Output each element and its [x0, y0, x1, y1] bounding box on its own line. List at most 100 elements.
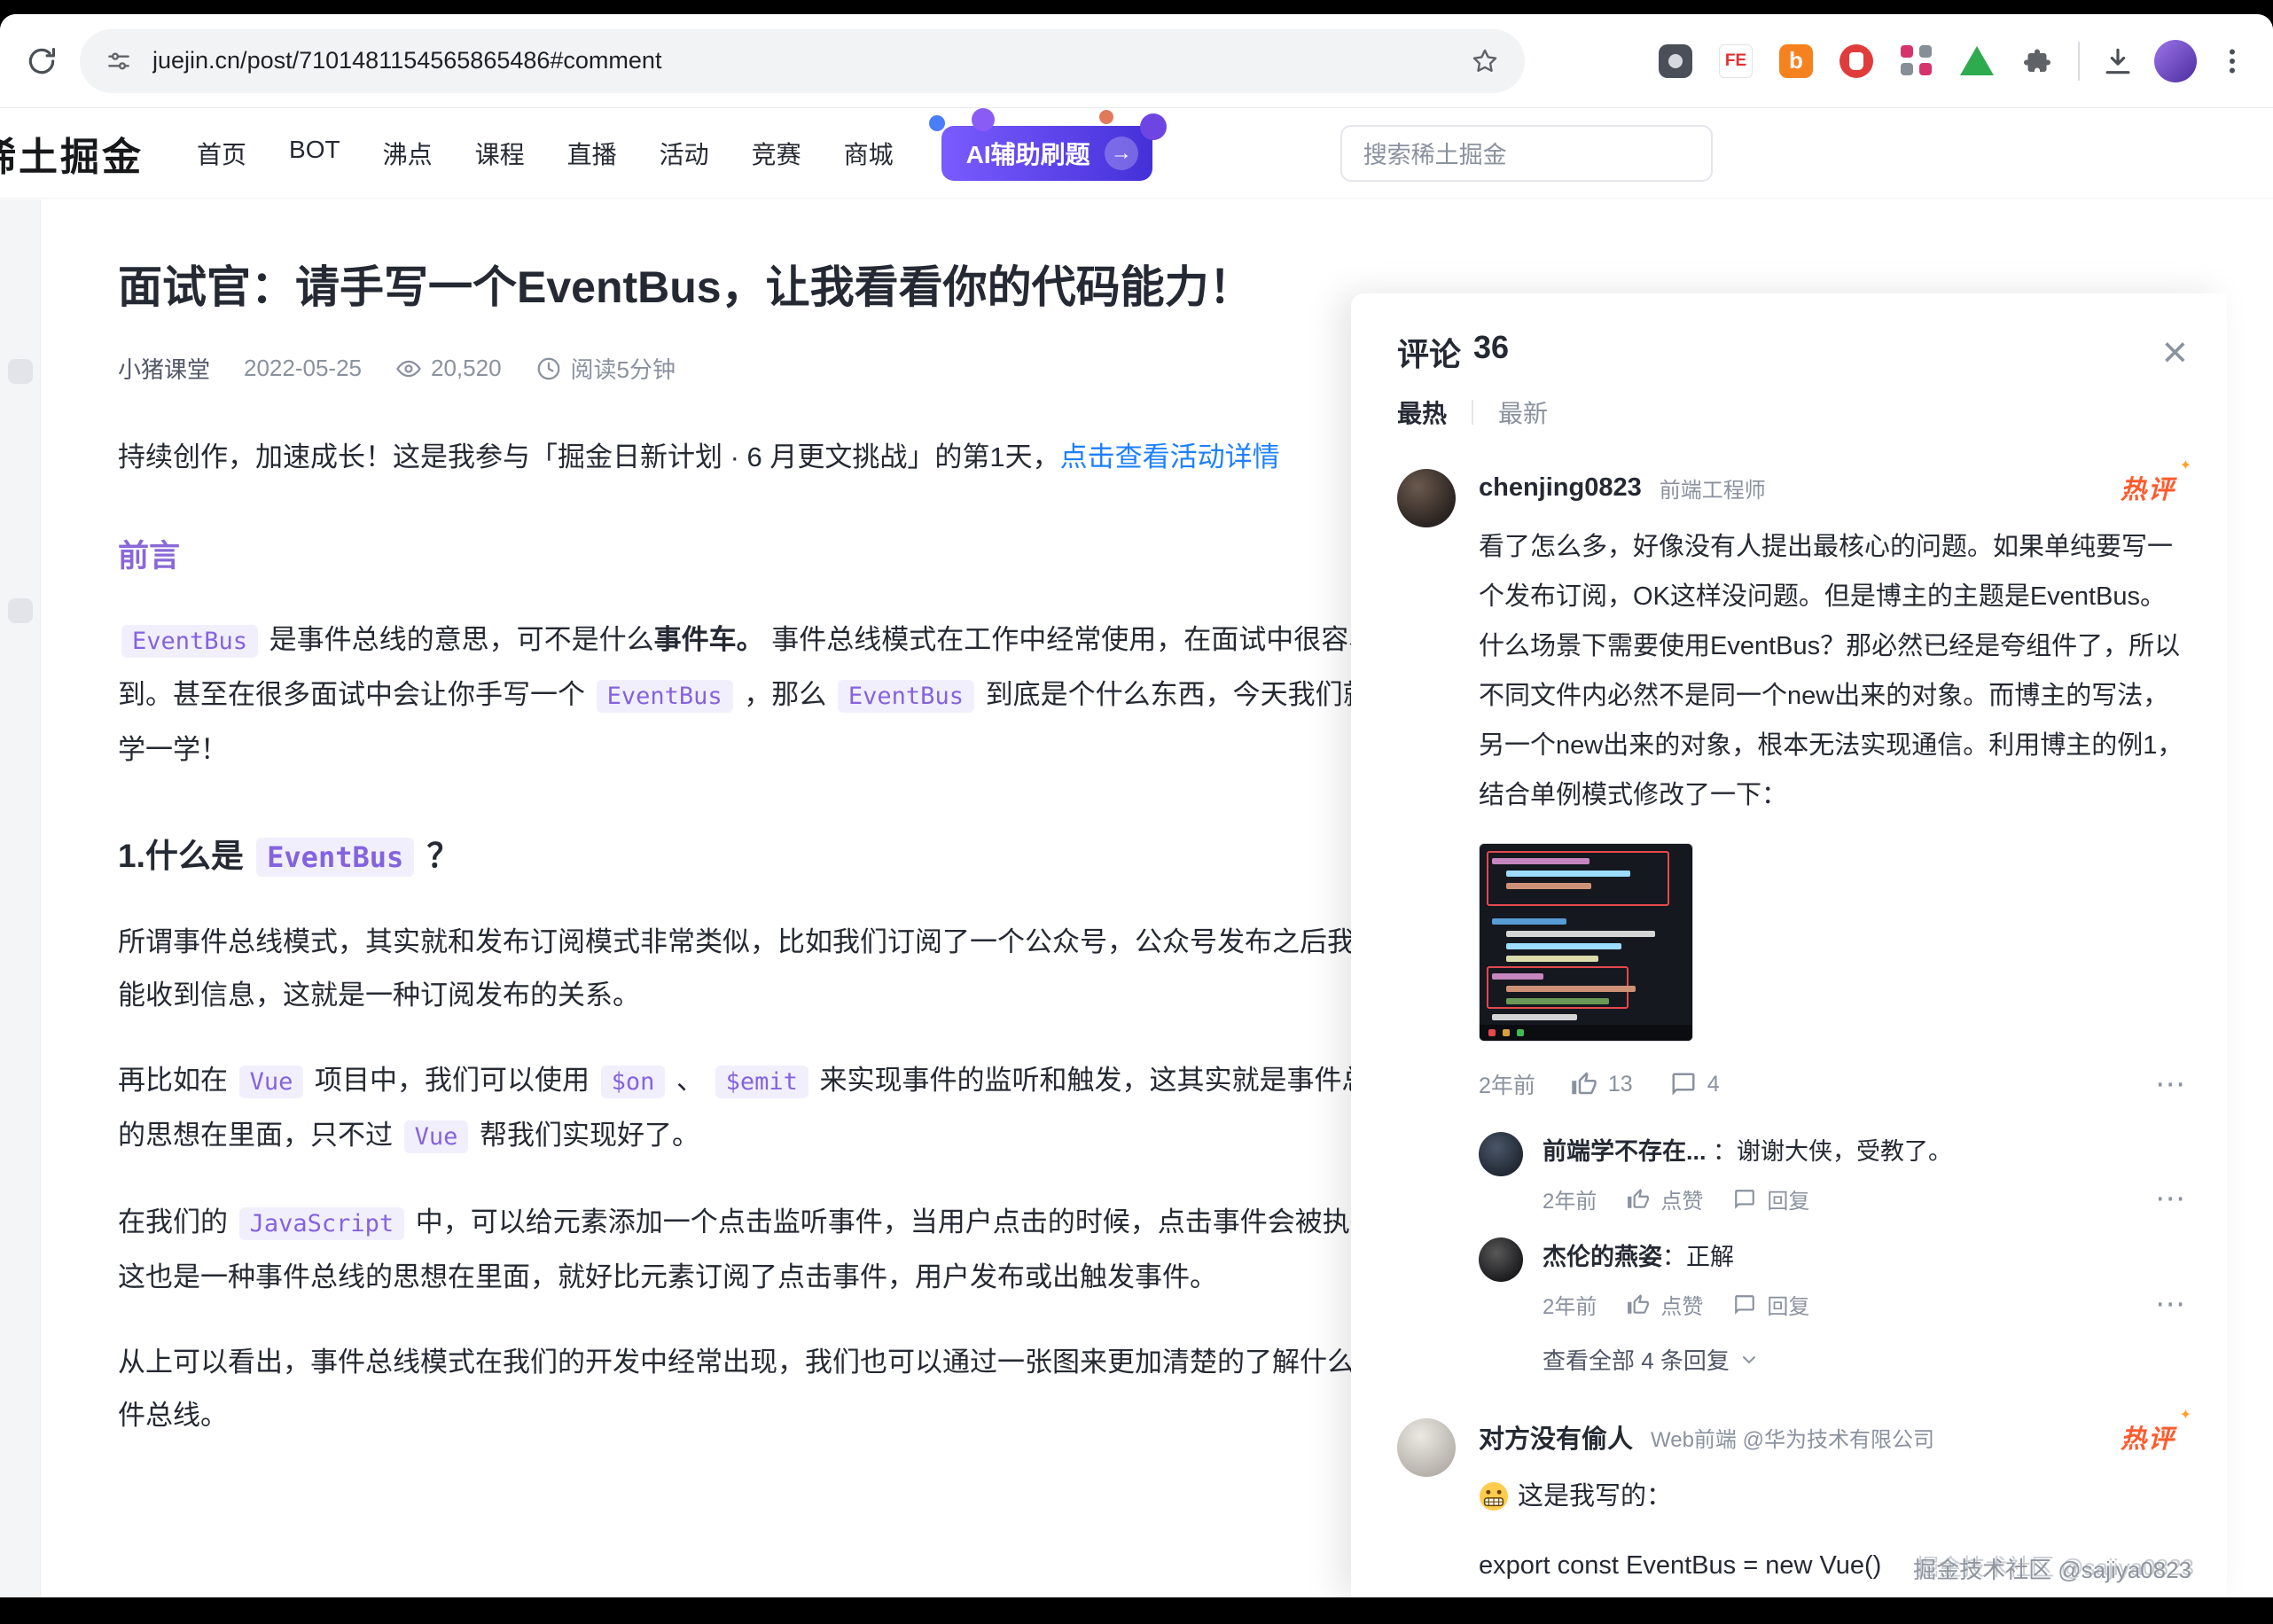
- comment-body: 看了怎么多，好像没有人提出最核心的问题。如果单纯要写一个发布订阅，OK这样没问题…: [1479, 522, 2188, 820]
- browser-menu-icon[interactable]: [2216, 45, 2248, 77]
- search-input[interactable]: 搜索稀土掘金: [1340, 125, 1713, 182]
- avatar[interactable]: [1397, 1418, 1456, 1477]
- ai-practice-label: AI辅助刷题: [966, 136, 1090, 171]
- reply-button[interactable]: 4: [1670, 1071, 1720, 1097]
- nav-item-activity[interactable]: 活动: [660, 136, 709, 171]
- intro-paragraph: 持续创作，加速成长！这是我参与「掘金日新计划 · 6 月更文挑战」的第1天，点击…: [118, 431, 1421, 484]
- read-time-icon: [535, 355, 562, 382]
- comment-username[interactable]: chenjing0823: [1479, 473, 1642, 503]
- nav-item-pins[interactable]: 沸点: [383, 136, 433, 171]
- preface-heading: 前言: [118, 530, 1421, 583]
- browser-toolbar: juejin.cn/post/7101481154565865486#comme…: [0, 14, 2273, 108]
- nav-item-live[interactable]: 直播: [567, 136, 617, 171]
- main-nav: 首页 BOT 沸点 课程 直播 活动 竞赛 商城: [197, 136, 894, 171]
- article-author[interactable]: 小猪课堂: [118, 352, 210, 385]
- extension-fe-icon[interactable]: FE: [1716, 42, 1755, 81]
- comments-title: 评论 36: [1397, 329, 1509, 375]
- address-bar[interactable]: juejin.cn/post/7101481154565865486#comme…: [80, 29, 1525, 93]
- decor-dot: [972, 108, 995, 131]
- nav-item-home[interactable]: 首页: [197, 136, 246, 171]
- inline-code: Vue: [239, 1066, 304, 1098]
- comments-title-label: 评论: [1397, 329, 1461, 375]
- decor-dot: [1099, 110, 1113, 124]
- view-all-replies[interactable]: 查看全部 4 条回复: [1543, 1343, 2188, 1376]
- extension-grid-icon[interactable]: [1897, 42, 1936, 81]
- view-count: 20,520: [431, 355, 502, 382]
- floating-action-button[interactable]: [8, 598, 33, 623]
- tab-divider: [1472, 400, 1473, 425]
- more-actions-icon[interactable]: ⋯: [2155, 1295, 2188, 1313]
- reply-text: 杰伦的燕姿：正解: [1543, 1238, 2188, 1277]
- comment-time: 2年前: [1479, 1068, 1535, 1100]
- avatar[interactable]: [1397, 469, 1456, 527]
- bookmark-star-icon[interactable]: [1470, 46, 1500, 76]
- text-run: 在我们的: [118, 1206, 236, 1238]
- chevron-down-icon: [1738, 1349, 1760, 1370]
- nav-item-shop[interactable]: 商城: [844, 136, 894, 171]
- extension-b-icon[interactable]: b: [1777, 42, 1816, 81]
- like-button[interactable]: 13: [1571, 1071, 1633, 1097]
- avatar[interactable]: [1479, 1238, 1523, 1282]
- ai-practice-button[interactable]: AI辅助刷题 →: [941, 126, 1152, 181]
- comment-code-screenshot[interactable]: [1479, 843, 1693, 1042]
- comment-list: chenjing0823 前端工程师 热评 看了怎么多，好像没有人提出最核心的问…: [1351, 455, 2227, 1597]
- inline-code: EventBus: [121, 625, 258, 658]
- more-actions-icon[interactable]: ⋯: [2155, 1190, 2188, 1207]
- text-run: 是事件总线的意思，可不是什么: [262, 624, 654, 655]
- extension-green-icon[interactable]: [1957, 42, 1996, 81]
- reply-button[interactable]: 回复: [1733, 1289, 1809, 1320]
- extension-adblock-icon[interactable]: [1837, 42, 1876, 81]
- activity-link[interactable]: 点击查看活动详情: [1060, 441, 1280, 472]
- inline-code: $emit: [715, 1066, 808, 1098]
- floating-action-button[interactable]: [8, 359, 33, 384]
- extensions-puzzle-icon[interactable]: [2018, 42, 2057, 81]
- reply-item: 杰伦的燕姿：正解 2年前 点赞: [1479, 1238, 2188, 1320]
- comment-sort-tabs: 最热 最新: [1351, 389, 2227, 455]
- extension-dark-icon[interactable]: [1656, 42, 1695, 81]
- avatar[interactable]: [1479, 1132, 1523, 1176]
- inline-code: $on: [601, 1066, 666, 1098]
- tab-newest[interactable]: 最新: [1498, 394, 1548, 430]
- inline-code: JavaScript: [239, 1207, 405, 1240]
- more-actions-icon[interactable]: ⋯: [2155, 1075, 2188, 1093]
- reply-text: 前端学不存在... ：谢谢大侠，受教了。: [1543, 1132, 2188, 1171]
- arrow-right-icon: →: [1105, 137, 1138, 170]
- profile-avatar[interactable]: [2154, 40, 2197, 82]
- hot-comment-badge: 热评: [2121, 469, 2188, 506]
- grimace-emoji-icon: [1479, 1481, 1509, 1511]
- comments-count: 36: [1473, 329, 1509, 375]
- reply-list: 前端学不存在... ：谢谢大侠，受教了。 2年前 点赞: [1479, 1132, 2188, 1320]
- like-button[interactable]: 点赞: [1627, 1289, 1703, 1320]
- reload-icon[interactable]: [25, 44, 59, 78]
- toolbar-divider: [2078, 42, 2080, 81]
- extensions-group: FE b: [1656, 42, 2057, 81]
- nav-item-course[interactable]: 课程: [475, 136, 525, 171]
- close-icon[interactable]: ×: [2162, 330, 2188, 374]
- like-count: 13: [1608, 1072, 1633, 1097]
- reply-time: 2年前: [1543, 1289, 1597, 1320]
- reply-username[interactable]: 前端学不存在...: [1543, 1138, 1707, 1165]
- like-button[interactable]: 点赞: [1627, 1183, 1703, 1214]
- nav-item-bot[interactable]: BOT: [289, 136, 340, 171]
- nav-item-contest[interactable]: 竞赛: [752, 136, 801, 171]
- comment-text: 这是我写的：: [1518, 1473, 1672, 1519]
- reply-username[interactable]: 杰伦的燕姿: [1543, 1244, 1662, 1270]
- reply-count: 4: [1707, 1072, 1720, 1097]
- search-placeholder: 搜索稀土掘金: [1363, 136, 1507, 170]
- comment-username[interactable]: 对方没有偷人: [1479, 1418, 1633, 1456]
- site-logo[interactable]: 稀土掘金: [0, 125, 144, 182]
- downloads-icon[interactable]: [2101, 44, 2135, 78]
- inline-code: EventBus: [256, 838, 414, 877]
- text-run: 再比如在: [118, 1065, 236, 1096]
- url-text[interactable]: juejin.cn/post/7101481154565865486#comme…: [152, 47, 1470, 74]
- page-content: 面试官：请手写一个EventBus，让我看看你的代码能力！ 小猪课堂 2022-…: [0, 199, 2273, 1597]
- paragraph-3: 再比如在 Vue 项目中，我们可以使用 $on 、 $emit 来实现事件的监听…: [118, 1054, 1421, 1164]
- reply-button[interactable]: 回复: [1733, 1183, 1809, 1214]
- bold-run: 事件车。: [654, 624, 764, 655]
- site-controls-icon[interactable]: [105, 47, 133, 75]
- tab-hottest[interactable]: 最热: [1397, 394, 1447, 430]
- reply-label: 回复: [1767, 1289, 1809, 1320]
- text-run: ，那么: [737, 679, 834, 710]
- article-date: 2022-05-25: [244, 355, 362, 382]
- inline-code: EventBus: [597, 680, 733, 713]
